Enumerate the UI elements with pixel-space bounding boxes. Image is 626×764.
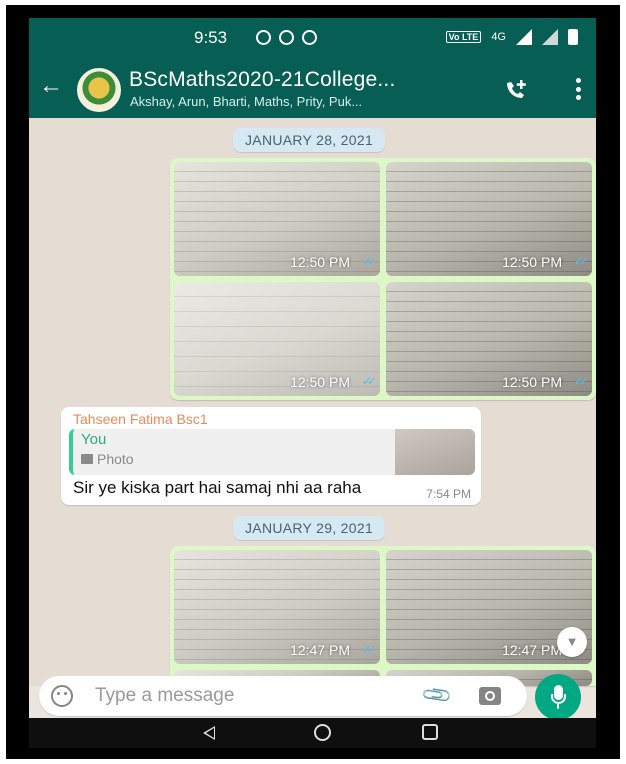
back-arrow-icon[interactable]: ← [39, 74, 63, 98]
nav-recents-icon[interactable] [422, 724, 438, 740]
photo-thumbnail[interactable]: 12:50 PM ✓✓ [174, 162, 380, 276]
nav-home-icon[interactable] [314, 724, 331, 741]
photo-thumbnail[interactable]: 12:50 PM ✓✓ [386, 282, 592, 396]
message-time: 12:47 PM [502, 642, 562, 658]
quoted-type-label: Photo [97, 451, 134, 467]
quoted-message[interactable]: You Photo [69, 429, 475, 475]
read-receipt-icon: ✓✓ [573, 374, 589, 388]
quoted-thumbnail [395, 429, 475, 475]
status-time: 9:53 [194, 28, 228, 47]
chat-area[interactable]: JANUARY 28, 2021 12:50 PM ✓✓ 12:50 PM ✓✓… [29, 118, 596, 686]
reply-message[interactable]: Tahseen Fatima Bsc1 You Photo Sir ye kis… [61, 407, 481, 505]
date-separator: JANUARY 29, 2021 [233, 516, 386, 540]
image-grid-message[interactable]: 12:50 PM ✓✓ 12:50 PM ✓✓ 12:50 PM ✓✓ 12:5… [170, 158, 596, 400]
system-nav-bar [29, 718, 596, 748]
mic-button[interactable] [535, 674, 581, 720]
chat-participants[interactable]: Akshay, Arun, Bharti, Maths, Prity, Puk.… [130, 94, 362, 109]
signal-icon [542, 29, 558, 45]
attach-icon[interactable]: 📎 [421, 679, 454, 712]
message-time: 12:50 PM [502, 374, 562, 390]
chat-title[interactable]: BScMaths2020-21College... [129, 68, 396, 92]
network-label: 4G [491, 31, 506, 43]
message-input[interactable] [95, 684, 335, 708]
whatsapp-notification-icon [256, 30, 271, 45]
photo-thumbnail[interactable]: 12:50 PM ✓✓ [386, 162, 592, 276]
signal-icon [516, 29, 532, 45]
group-avatar[interactable] [77, 68, 121, 112]
volte-icon: Vo LTE [445, 31, 482, 43]
status-bar: 9:53 Vo LTE 4G [29, 18, 596, 60]
quoted-author: You [81, 431, 107, 448]
chevron-double-down-icon[interactable]: ▼ [557, 627, 587, 657]
message-time: 12:50 PM [290, 254, 350, 270]
notification-icons [256, 30, 317, 45]
phone-screen: 9:53 Vo LTE 4G ← BScMaths2020-21College.… [29, 18, 596, 748]
notification-icon [302, 30, 317, 45]
photo-thumbnail[interactable]: 12:50 PM ✓✓ [174, 282, 380, 396]
photo-icon [81, 454, 93, 464]
image-grid-message[interactable]: 12:47 PM ✓✓ 12:47 PM ✓✓ [170, 546, 596, 686]
read-receipt-icon: ✓✓ [573, 254, 589, 268]
more-vert-icon[interactable] [575, 78, 581, 100]
message-time: 12:47 PM [290, 642, 350, 658]
read-receipt-icon: ✓✓ [361, 374, 377, 388]
sender-name[interactable]: Tahseen Fatima Bsc1 [73, 411, 208, 427]
photo-thumbnail[interactable]: 12:47 PM ✓✓ [174, 550, 380, 664]
notification-icon [279, 30, 294, 45]
read-receipt-icon: ✓✓ [361, 254, 377, 268]
emoji-icon[interactable] [51, 685, 73, 707]
screenshot-frame: 9:53 Vo LTE 4G ← BScMaths2020-21College.… [6, 5, 620, 759]
camera-icon[interactable] [479, 687, 501, 705]
battery-icon [568, 29, 578, 45]
message-text: Sir ye kiska part hai samaj nhi aa raha [73, 478, 362, 497]
message-time: 12:50 PM [290, 374, 350, 390]
quoted-type: Photo [81, 451, 134, 467]
chat-header: ← BScMaths2020-21College... Akshay, Arun… [29, 60, 596, 118]
message-time: 12:50 PM [502, 254, 562, 270]
read-receipt-icon: ✓✓ [361, 642, 377, 656]
message-composer: 📎 [39, 676, 527, 716]
nav-back-icon[interactable] [203, 726, 215, 740]
add-call-icon[interactable] [503, 78, 527, 102]
message-time: 7:54 PM [426, 487, 471, 501]
date-separator: JANUARY 28, 2021 [233, 128, 386, 152]
system-status: Vo LTE 4G [445, 29, 578, 45]
